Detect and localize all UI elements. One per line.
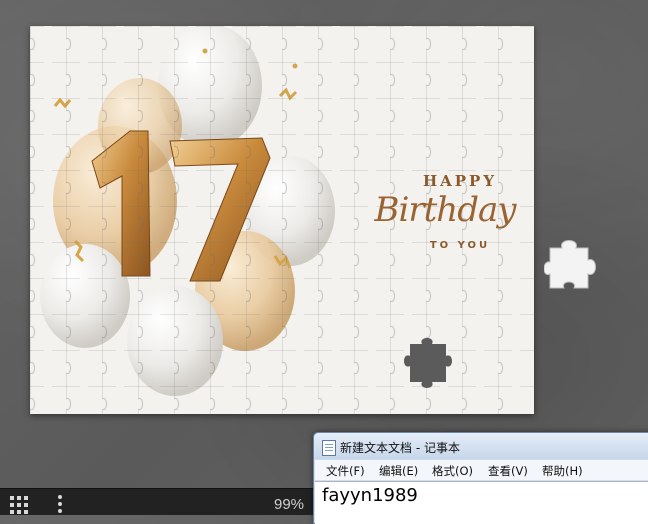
menu-edit[interactable]: 编辑(E) [379, 463, 418, 479]
more-vertical-icon[interactable] [56, 495, 64, 513]
missing-piece-hole [404, 338, 452, 388]
menu-file[interactable]: 文件(F) [326, 463, 365, 479]
caption-birthday: Birthday [374, 190, 517, 230]
notepad-menubar: 文件(F) 编辑(E) 格式(O) 查看(V) 帮助(H) [315, 460, 648, 481]
notepad-window[interactable]: 新建文本文档 - 记事本 文件(F) 编辑(E) 格式(O) 查看(V) 帮助(… [313, 432, 648, 524]
notepad-content: fayyn1989 [322, 485, 418, 506]
menu-help[interactable]: 帮助(H) [542, 463, 583, 479]
menu-format[interactable]: 格式(O) [432, 463, 473, 479]
notepad-text-area[interactable]: fayyn1989 [315, 481, 648, 524]
loose-puzzle-piece[interactable] [544, 238, 602, 290]
puzzle-game-window: HAPPY Birthday TO YOU 99% 新建文本文档 - 记事本 文… [0, 0, 648, 524]
menu-view[interactable]: 查看(V) [488, 463, 528, 479]
caption-happy: HAPPY [422, 172, 498, 190]
notepad-titlebar[interactable]: 新建文本文档 - 记事本 [314, 433, 648, 459]
zoom-level: 99% [274, 496, 305, 513]
puzzle-board[interactable]: HAPPY Birthday TO YOU [30, 26, 534, 414]
notepad-icon [322, 440, 336, 456]
caption-to-you: TO YOU [429, 240, 491, 251]
notepad-title: 新建文本文档 - 记事本 [340, 441, 460, 455]
grid-icon[interactable] [10, 496, 32, 514]
